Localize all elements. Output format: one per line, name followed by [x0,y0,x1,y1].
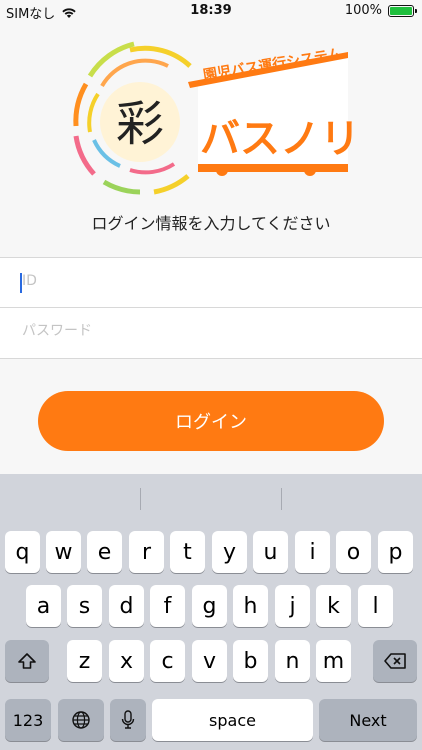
key-y[interactable]: y [212,531,247,573]
key-p[interactable]: p [378,531,413,573]
key-d[interactable]: d [109,585,144,627]
suggestion-bar [0,474,422,520]
key-l[interactable]: l [358,585,393,627]
battery-percent: 100% [344,3,382,18]
key-c[interactable]: c [150,640,185,682]
password-input[interactable] [20,322,404,340]
login-button[interactable]: ログイン [38,391,384,451]
next-key[interactable]: Next [319,699,417,741]
key-h[interactable]: h [233,585,268,627]
app-logo: 彩 園児バス運行システム バスノリ [73,41,360,195]
key-q[interactable]: q [5,531,40,573]
shift-icon [18,653,36,669]
key-w[interactable]: w [46,531,81,573]
id-field-row [0,257,422,307]
microphone-icon [121,710,135,729]
key-s[interactable]: s [67,585,102,627]
key-r[interactable]: r [129,531,164,573]
key-t[interactable]: t [170,531,205,573]
globe-key[interactable] [58,699,104,741]
key-i[interactable]: i [295,531,330,573]
space-key[interactable]: space [152,699,313,741]
password-field-row [0,307,422,359]
key-x[interactable]: x [109,640,144,682]
key-g[interactable]: g [192,585,227,627]
key-o[interactable]: o [336,531,371,573]
numbers-key[interactable]: 123 [5,699,51,741]
dictation-key[interactable] [110,699,146,741]
globe-icon [72,711,90,729]
status-bar: SIMなし 18:39 100% [0,0,422,22]
battery-icon [388,4,417,17]
key-u[interactable]: u [253,531,288,573]
key-k[interactable]: k [316,585,351,627]
key-a[interactable]: a [26,585,61,627]
shift-key[interactable] [5,640,49,682]
key-z[interactable]: z [67,640,102,682]
login-instruction: ログイン情報を入力してください [91,214,331,233]
backspace-key[interactable] [373,640,417,682]
status-right: 100% [344,3,417,18]
backspace-icon [384,653,406,669]
logo-kanji: 彩 [116,96,164,152]
id-input[interactable] [20,272,404,290]
key-j[interactable]: j [275,585,310,627]
keyboard: q w e r t y u i o p a s d f g h j k l z … [0,474,422,750]
key-f[interactable]: f [150,585,185,627]
key-e[interactable]: e [87,531,122,573]
logo-title: バスノリ [200,116,360,162]
key-b[interactable]: b [233,640,268,682]
key-m[interactable]: m [316,640,351,682]
key-v[interactable]: v [192,640,227,682]
key-n[interactable]: n [275,640,310,682]
